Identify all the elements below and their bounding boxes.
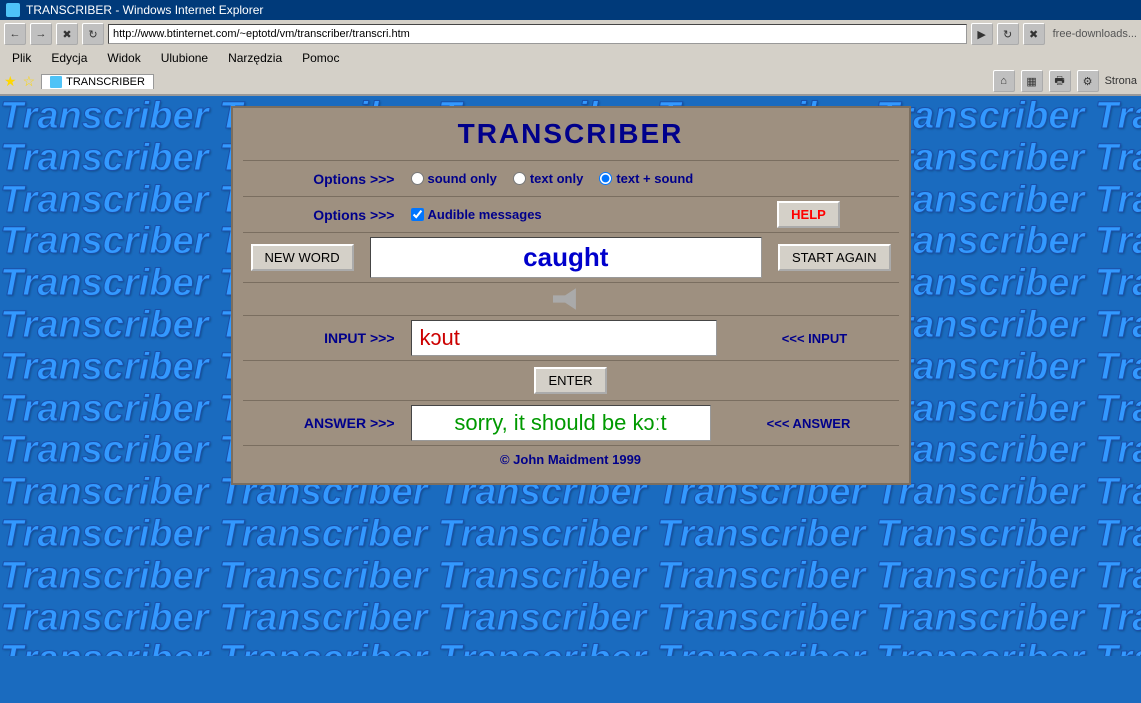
input-label: INPUT >>>: [243, 330, 403, 346]
answer-area: sorry, it should be kɔːt: [403, 401, 719, 445]
menu-plik[interactable]: Plik: [8, 50, 35, 66]
app-title: TRANSCRIBER: [243, 118, 899, 150]
menu-pomoc[interactable]: Pomoc: [298, 50, 343, 66]
address-input[interactable]: [108, 24, 967, 44]
stop-button[interactable]: ✖: [56, 23, 78, 45]
fav-tab[interactable]: TRANSCRIBER: [41, 74, 154, 89]
answer-row: ANSWER >>> sorry, it should be kɔːt <<< …: [243, 400, 899, 445]
radio-text-sound-input[interactable]: [599, 172, 612, 185]
bg-row-14: Transcriber Transcriber Transcriber Tran…: [0, 639, 1141, 656]
bg-row-12: Transcriber Transcriber Transcriber Tran…: [0, 556, 1141, 598]
input-right-text: <<< INPUT: [782, 331, 847, 346]
answer-right-text: <<< ANSWER: [767, 416, 851, 431]
home-button[interactable]: ⌂: [993, 70, 1015, 92]
close-button[interactable]: ✖: [1023, 23, 1045, 45]
answer-display: sorry, it should be kɔːt: [411, 405, 711, 441]
footer-text: © John Maidment 1999: [500, 452, 641, 467]
input-row: INPUT >>> <<< INPUT: [243, 315, 899, 360]
favorites-bar: ★ ☆ TRANSCRIBER ⌂ ▦ 🖶 ⚙ Strona: [0, 68, 1141, 95]
radio-group: sound only text only text + sound: [403, 167, 899, 190]
audible-label: Audible messages: [428, 207, 542, 222]
speaker-row: [243, 282, 899, 315]
feed-button[interactable]: ▦: [1021, 70, 1043, 92]
radio-sound-only[interactable]: sound only: [411, 171, 497, 186]
options-row-2: Options >>> Audible messages HELP: [243, 196, 899, 232]
back-button[interactable]: ←: [4, 23, 26, 45]
refresh-button[interactable]: ↻: [82, 23, 104, 45]
options-row-1: Options >>> sound only text only text + …: [243, 160, 899, 196]
start-again-button[interactable]: START AGAIN: [778, 244, 891, 271]
phonetic-input[interactable]: [411, 320, 717, 356]
tools-button[interactable]: ⚙: [1077, 70, 1099, 92]
radio-sound-only-label: sound only: [428, 171, 497, 186]
menu-ulubione[interactable]: Ulubione: [157, 50, 212, 66]
audible-option[interactable]: Audible messages: [411, 207, 542, 222]
bg-row-13: Transcriber Transcriber Transcriber Tran…: [0, 598, 1141, 640]
help-button[interactable]: HELP: [777, 201, 840, 228]
footer: © John Maidment 1999: [243, 445, 899, 473]
options-label-1: Options >>>: [243, 171, 403, 187]
fav-tab-icon: [50, 76, 62, 88]
app-panel: TRANSCRIBER Options >>> sound only text …: [231, 106, 911, 485]
enter-row: ENTER: [243, 360, 899, 400]
answer-label: ANSWER >>>: [243, 415, 403, 431]
options-label-2: Options >>>: [243, 207, 403, 223]
enter-button[interactable]: ENTER: [534, 367, 606, 394]
speaker-icon: [553, 287, 589, 311]
nav-bar: ← → ✖ ↻ ▶ ↻ ✖ free-downloads...: [0, 20, 1141, 48]
radio-text-sound-label: text + sound: [616, 171, 693, 186]
menu-narzedzia[interactable]: Narzędzia: [224, 50, 286, 66]
addon-text: free-downloads...: [1049, 28, 1137, 40]
start-again-area: START AGAIN: [770, 240, 899, 275]
forward-button[interactable]: →: [30, 23, 52, 45]
radio-sound-only-input[interactable]: [411, 172, 424, 185]
radio-text-sound[interactable]: text + sound: [599, 171, 693, 186]
word-display-area: caught: [362, 233, 770, 282]
fav-rss-icon: ☆: [23, 73, 36, 90]
answer-right-label: <<< ANSWER: [719, 416, 899, 431]
input-right-label: <<< INPUT: [725, 331, 905, 346]
audible-group: Audible messages: [403, 203, 719, 226]
page-wrapper: Transcriber Transcriber Transcriber Tran…: [0, 96, 1141, 656]
browser-icon: [6, 3, 20, 17]
fav-star-icon: ★: [4, 73, 17, 90]
audible-checkbox[interactable]: [411, 208, 424, 221]
title-bar-text: TRANSCRIBER - Windows Internet Explorer: [26, 3, 263, 17]
radio-text-only-input[interactable]: [513, 172, 526, 185]
fav-tab-label: TRANSCRIBER: [66, 76, 145, 88]
refresh2-button[interactable]: ↻: [997, 23, 1019, 45]
input-area: [403, 316, 725, 360]
strona-label: Strona: [1105, 75, 1137, 87]
radio-text-only-label: text only: [530, 171, 583, 186]
print-button[interactable]: 🖶: [1049, 70, 1071, 92]
new-word-button[interactable]: NEW WORD: [251, 244, 354, 271]
browser-chrome: ← → ✖ ↻ ▶ ↻ ✖ free-downloads... Plik Edy…: [0, 20, 1141, 96]
menu-bar: Plik Edycja Widok Ulubione Narzędzia Pom…: [0, 48, 1141, 68]
title-bar: TRANSCRIBER - Windows Internet Explorer: [0, 0, 1141, 20]
menu-edycja[interactable]: Edycja: [47, 50, 91, 66]
radio-text-only[interactable]: text only: [513, 171, 583, 186]
help-area: HELP: [719, 201, 899, 228]
word-display: caught: [370, 237, 762, 278]
go-button[interactable]: ▶: [971, 23, 993, 45]
menu-widok[interactable]: Widok: [103, 50, 144, 66]
bg-row-11: Transcriber Transcriber Transcriber Tran…: [0, 514, 1141, 556]
word-row: NEW WORD caught START AGAIN: [243, 232, 899, 282]
new-word-area: NEW WORD: [243, 240, 362, 275]
